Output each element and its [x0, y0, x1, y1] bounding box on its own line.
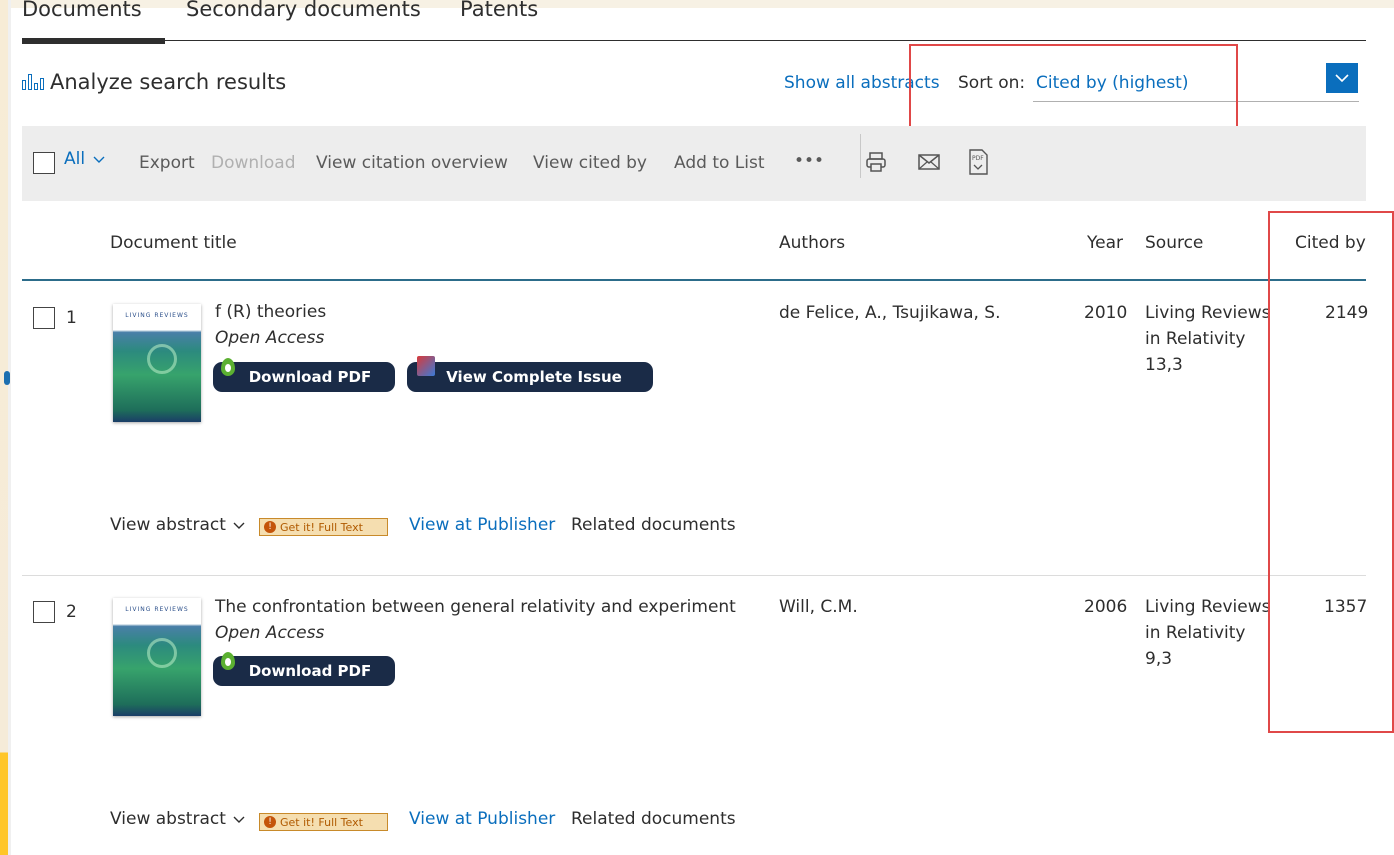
view-at-publisher-link[interactable]: View at Publisher: [409, 809, 555, 829]
chevron-down-icon: [233, 816, 245, 823]
chevron-down-icon: [1335, 74, 1349, 83]
source-title-line2: in Relativity: [1145, 623, 1246, 643]
results-toolbar: All Export Download View citation overvi…: [22, 126, 1366, 201]
analyze-search-results-link[interactable]: Analyze search results: [22, 70, 286, 94]
year-cell: 2006: [1084, 597, 1128, 617]
document-title-link[interactable]: The confrontation between general relati…: [215, 597, 736, 617]
view-abstract-label: View abstract: [110, 515, 226, 535]
source-title-line2: in Relativity: [1145, 329, 1246, 349]
select-all-dropdown[interactable]: All: [64, 149, 105, 169]
source-cell[interactable]: Living Reviews in Relativity 13,3: [1145, 300, 1270, 378]
journal-logo: LIVING REVIEWS: [125, 312, 189, 319]
add-to-list-button[interactable]: Add to List: [674, 153, 765, 173]
print-icon[interactable]: [864, 150, 888, 174]
column-header-authors[interactable]: Authors: [779, 233, 845, 253]
info-icon: !: [264, 521, 276, 533]
sort-dropdown-button[interactable]: [1326, 63, 1358, 93]
download-pdf-label: Download PDF: [248, 662, 372, 680]
open-access-label: Open Access: [215, 328, 325, 348]
year-cell: 2010: [1084, 303, 1128, 323]
journal-logo: LIVING REVIEWS: [125, 606, 189, 613]
journal-cover-thumbnail[interactable]: LIVING REVIEWS: [113, 598, 201, 716]
download-pdf-button[interactable]: Download PDF: [213, 358, 395, 392]
source-volume: 9,3: [1145, 649, 1173, 669]
column-header-document-title[interactable]: Document title: [110, 233, 237, 253]
highlight-box-cited-by: [1268, 211, 1394, 733]
view-complete-issue-button[interactable]: View Complete Issue: [407, 356, 653, 392]
row-checkbox[interactable]: [33, 601, 55, 623]
tab-patents[interactable]: Patents: [460, 0, 538, 21]
source-title-line1: Living Reviews: [1145, 597, 1271, 617]
row-number: 2: [66, 602, 77, 622]
view-abstract-toggle[interactable]: View abstract: [110, 809, 245, 829]
view-abstract-label: View abstract: [110, 809, 226, 829]
authors-cell[interactable]: de Felice, A., Tsujikawa, S.: [779, 300, 1001, 326]
analyze-label: Analyze search results: [50, 70, 287, 94]
source-cell[interactable]: Living Reviews in Relativity 9,3: [1145, 594, 1270, 672]
related-documents-link[interactable]: Related documents: [571, 515, 736, 535]
pdf-icon[interactable]: PDF: [968, 149, 988, 175]
row-divider: [22, 575, 1366, 576]
download-pdf-label: Download PDF: [248, 368, 372, 386]
document-title-link[interactable]: f (R) theories: [215, 302, 326, 322]
download-button[interactable]: Download: [211, 153, 296, 173]
get-it-label: Get it! Full Text: [280, 815, 363, 829]
bar-chart-icon: [22, 74, 44, 90]
tab-secondary-documents[interactable]: Secondary documents: [186, 0, 421, 21]
source-title-line1: Living Reviews: [1145, 303, 1271, 323]
download-drop-icon: [221, 652, 235, 670]
left-background-strip: [0, 0, 8, 855]
download-pdf-button[interactable]: Download PDF: [213, 652, 395, 686]
column-header-year[interactable]: Year: [1087, 233, 1123, 253]
column-header-source[interactable]: Source: [1145, 233, 1203, 253]
view-complete-issue-label: View Complete Issue: [446, 368, 622, 386]
cover-graphic: [147, 344, 177, 374]
source-volume: 13,3: [1145, 355, 1183, 375]
row-checkbox[interactable]: [33, 307, 55, 329]
highlight-box-sort: [909, 44, 1238, 136]
export-button[interactable]: Export: [139, 153, 195, 173]
more-options-button[interactable]: •••: [794, 151, 824, 171]
get-it-label: Get it! Full Text: [280, 520, 363, 534]
download-drop-icon: [221, 358, 235, 376]
view-abstract-toggle[interactable]: View abstract: [110, 515, 245, 535]
view-citation-overview-button[interactable]: View citation overview: [316, 153, 508, 173]
get-it-full-text-button[interactable]: ! Get it! Full Text: [259, 813, 388, 831]
authors-cell[interactable]: Will, C.M.: [779, 594, 858, 620]
email-icon[interactable]: [918, 153, 940, 171]
select-all-label: All: [64, 149, 86, 169]
result-tabs: Documents Secondary documents Patents: [22, 0, 1366, 44]
table-header-rule: [22, 279, 1366, 281]
row-number: 1: [66, 308, 77, 328]
toolbar-divider: [860, 134, 861, 178]
related-documents-link[interactable]: Related documents: [571, 809, 736, 829]
issue-book-icon: [417, 356, 435, 376]
select-all-checkbox[interactable]: [33, 152, 55, 174]
view-cited-by-button[interactable]: View cited by: [533, 153, 647, 173]
svg-text:PDF: PDF: [972, 155, 984, 162]
view-at-publisher-link[interactable]: View at Publisher: [409, 515, 555, 535]
get-it-full-text-button[interactable]: ! Get it! Full Text: [259, 518, 388, 536]
journal-cover-thumbnail[interactable]: LIVING REVIEWS: [113, 304, 201, 422]
active-tab-indicator: [22, 38, 165, 44]
info-icon: !: [264, 816, 276, 828]
open-access-label: Open Access: [215, 623, 325, 643]
left-divider: [8, 0, 11, 855]
tab-documents[interactable]: Documents: [22, 0, 142, 21]
chevron-down-icon: [233, 522, 245, 529]
cover-graphic: [147, 638, 177, 668]
chevron-down-icon: [93, 156, 105, 163]
left-edge-marker: [4, 371, 10, 385]
